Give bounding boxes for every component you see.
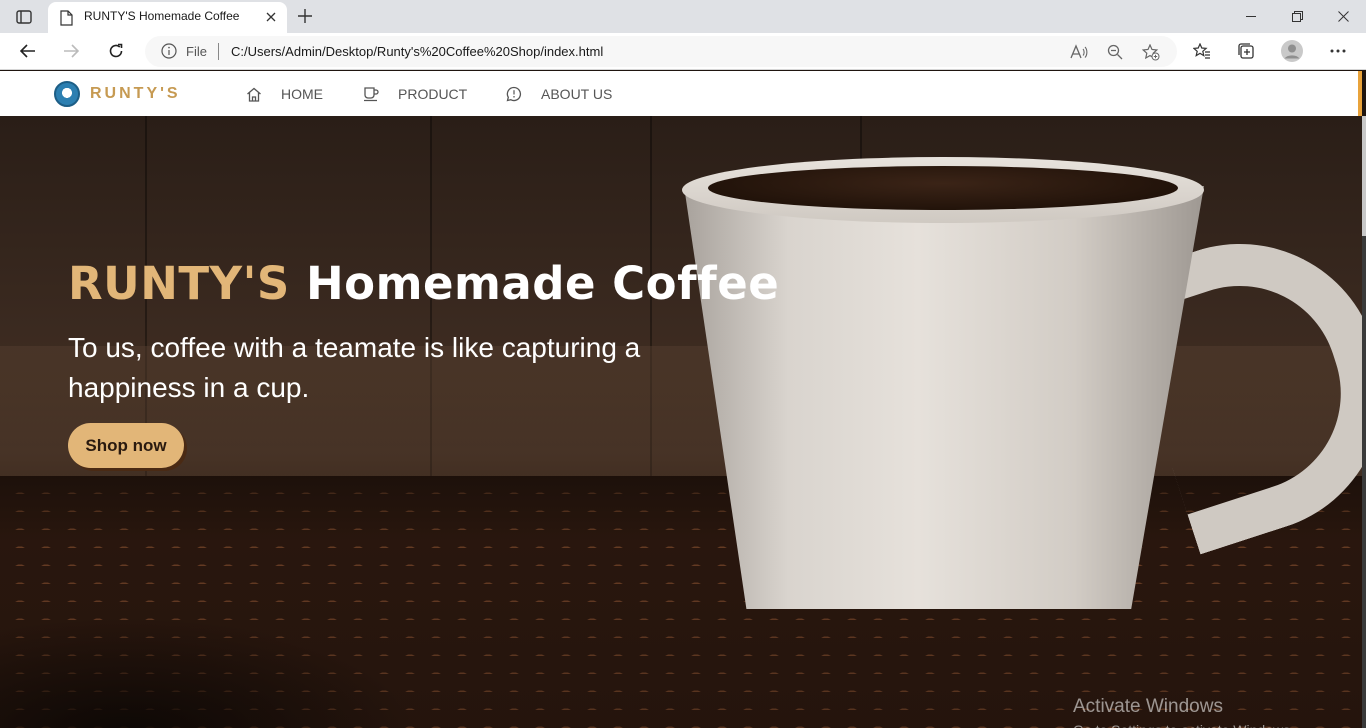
- chat-info-icon: [505, 85, 523, 103]
- nav-about-us[interactable]: ABOUT US: [505, 84, 612, 104]
- page-viewport: RUNTY'S HOME PRODUCT ABOUT US RUNTY'S Ho…: [0, 71, 1366, 728]
- home-icon: [245, 85, 263, 103]
- url-text[interactable]: C:/Users/Admin/Desktop/Runty's%20Coffee%…: [231, 44, 603, 59]
- scroll-progress-indicator: [1358, 71, 1362, 116]
- address-bar[interactable]: File C:/Users/Admin/Desktop/Runty's%20Co…: [145, 36, 1177, 67]
- favorites-icon[interactable]: [1188, 38, 1216, 64]
- nav-home[interactable]: HOME: [245, 84, 323, 104]
- browser-tab-bar: RUNTY'S Homemade Coffee: [0, 0, 1366, 33]
- restore-icon[interactable]: [1274, 0, 1320, 33]
- zoom-out-icon[interactable]: [1105, 42, 1125, 62]
- logo-icon[interactable]: [54, 81, 80, 107]
- coffee-cup-icon: [362, 85, 380, 103]
- beans-shadow: [0, 616, 420, 728]
- info-icon[interactable]: [161, 43, 177, 59]
- page-icon: [60, 10, 73, 26]
- window-controls: [1228, 0, 1366, 33]
- read-aloud-icon[interactable]: [1069, 42, 1089, 62]
- coffee-surface-image: [708, 166, 1178, 210]
- forward-icon[interactable]: [57, 38, 85, 64]
- site-navbar: RUNTY'S HOME PRODUCT ABOUT US: [0, 71, 1362, 116]
- coffee-cup-image: [684, 186, 1204, 609]
- add-favorite-icon[interactable]: [1141, 42, 1161, 62]
- collections-icon[interactable]: [1232, 38, 1260, 64]
- scrollbar-thumb[interactable]: [1362, 116, 1366, 236]
- logo-text[interactable]: RUNTY'S: [90, 85, 181, 103]
- scheme-label: File: [186, 44, 207, 59]
- nav-home-label: HOME: [281, 86, 323, 102]
- browser-toolbar: File C:/Users/Admin/Desktop/Runty's%20Co…: [0, 33, 1366, 70]
- hero-subtitle: To us, coffee with a teamate is like cap…: [68, 332, 641, 403]
- address-separator: [218, 43, 219, 60]
- activate-windows-watermark: Activate Windows Go to Settings to activ…: [1073, 696, 1294, 728]
- refresh-icon[interactable]: [102, 38, 130, 64]
- hero-title-rest: Homemade Coffee: [306, 257, 780, 310]
- browser-tab[interactable]: RUNTY'S Homemade Coffee: [48, 2, 287, 33]
- profile-avatar-icon[interactable]: [1278, 38, 1306, 64]
- nav-product[interactable]: PRODUCT: [362, 84, 467, 104]
- nav-about-us-label: ABOUT US: [541, 86, 613, 102]
- tab-actions-icon[interactable]: [10, 6, 38, 28]
- hero-title: RUNTY'S Homemade Coffee: [68, 254, 779, 314]
- watermark-subtitle: Go to Settings to activate Windows.: [1073, 718, 1294, 728]
- watermark-title: Activate Windows: [1073, 696, 1223, 717]
- hero-title-brand: RUNTY'S: [68, 257, 290, 310]
- tab-title: RUNTY'S Homemade Coffee: [84, 9, 240, 23]
- shop-now-button[interactable]: Shop now: [68, 423, 184, 468]
- close-window-icon[interactable]: [1320, 0, 1366, 33]
- more-options-icon[interactable]: [1324, 38, 1352, 64]
- hero-content: RUNTY'S Homemade Coffee To us, coffee wi…: [68, 254, 779, 408]
- close-icon[interactable]: [263, 9, 279, 25]
- back-icon[interactable]: [14, 38, 42, 64]
- nav-product-label: PRODUCT: [398, 86, 468, 102]
- new-tab-button[interactable]: [294, 6, 316, 26]
- minimize-icon[interactable]: [1228, 0, 1274, 33]
- hero-section: RUNTY'S Homemade Coffee To us, coffee wi…: [0, 116, 1362, 728]
